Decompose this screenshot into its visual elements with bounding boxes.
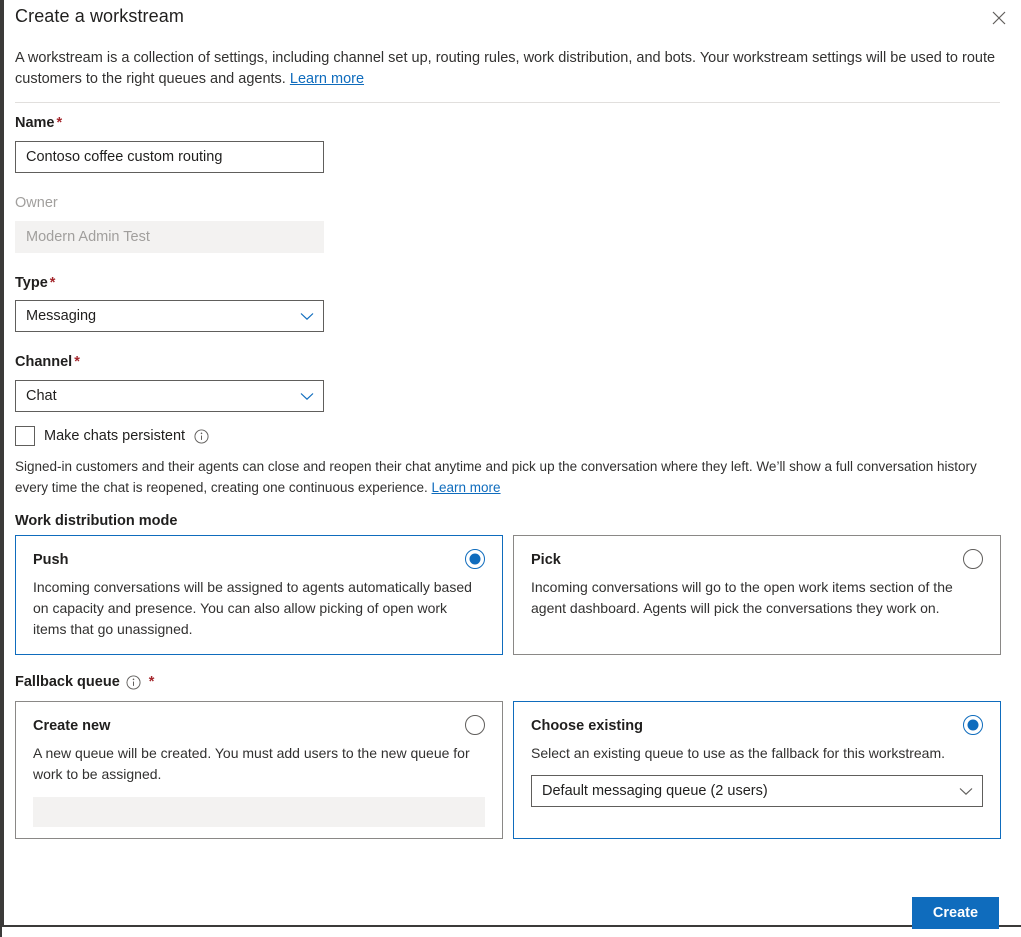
dialog-title: Create a workstream [15,6,184,27]
fallback-queue-option-choose-existing[interactable]: Choose existing Select an existing queue… [513,701,1001,839]
create-button[interactable]: Create [912,897,999,929]
chevron-down-icon [300,392,314,401]
make-chats-persistent-checkbox[interactable] [15,426,35,446]
dialog-description-text: A workstream is a collection of settings… [15,50,995,87]
close-button[interactable] [985,5,1013,31]
name-required-asterisk: * [57,115,63,131]
persistent-learn-more-link[interactable]: Learn more [432,480,501,495]
header-divider [15,102,1000,103]
make-chats-persistent-label: Make chats persistent [44,428,185,444]
fallback-queue-required-asterisk: * [149,674,155,690]
info-icon[interactable] [126,675,141,690]
create-new-radio[interactable] [465,715,485,735]
make-chats-persistent-row[interactable]: Make chats persistent [15,426,209,446]
create-new-card-title: Create new [33,716,110,736]
existing-queue-dropdown-value: Default messaging queue (2 users) [542,783,768,799]
choose-existing-card-header: Choose existing [531,716,983,736]
type-label-text: Type [15,275,48,291]
create-workstream-dialog: Create a workstream A workstream is a co… [0,0,1021,937]
chevron-down-icon [959,787,973,796]
pick-card-description: Incoming conversations will go to the op… [531,577,978,619]
intro-learn-more-link[interactable]: Learn more [290,71,364,87]
create-new-queue-name-input [33,797,485,827]
existing-queue-dropdown[interactable]: Default messaging queue (2 users) [531,775,983,807]
fallback-queue-option-create-new[interactable]: Create new A new queue will be created. … [15,701,503,839]
channel-required-asterisk: * [74,354,80,370]
create-new-card-header: Create new [33,716,485,736]
choose-existing-radio[interactable] [963,715,983,735]
pick-card-header: Pick [531,550,983,570]
make-chats-persistent-helper: Signed-in customers and their agents can… [15,456,1000,498]
dialog-description: A workstream is a collection of settings… [15,48,1000,90]
choose-existing-card-title: Choose existing [531,716,643,736]
push-radio[interactable] [465,549,485,569]
chevron-down-icon [300,312,314,321]
fallback-queue-heading: Fallback queue * [15,674,154,690]
pick-card-title: Pick [531,550,561,570]
type-dropdown[interactable]: Messaging [15,300,324,332]
type-required-asterisk: * [50,275,56,291]
owner-label: Owner [15,195,58,211]
work-distribution-option-push[interactable]: Push Incoming conversations will be assi… [15,535,503,655]
dialog-bottom-border [2,925,1021,927]
name-input[interactable]: Contoso coffee custom routing [15,141,324,173]
channel-label: Channel* [15,354,80,370]
dialog-left-border [2,0,4,926]
work-distribution-option-pick[interactable]: Pick Incoming conversations will go to t… [513,535,1001,655]
push-card-header: Push [33,550,485,570]
type-dropdown-value: Messaging [26,308,96,324]
channel-dropdown-value: Chat [26,388,57,404]
choose-existing-card-description: Select an existing queue to use as the f… [531,743,978,764]
work-distribution-heading: Work distribution mode [15,513,177,529]
type-label: Type* [15,275,55,291]
owner-input: Modern Admin Test [15,221,324,253]
name-input-value: Contoso coffee custom routing [26,149,222,165]
name-label: Name* [15,115,62,131]
pick-radio[interactable] [963,549,983,569]
channel-label-text: Channel [15,354,72,370]
fallback-queue-heading-text: Fallback queue [15,674,120,690]
name-label-text: Name [15,115,55,131]
owner-input-value: Modern Admin Test [26,229,150,245]
channel-dropdown[interactable]: Chat [15,380,324,412]
push-card-title: Push [33,550,68,570]
create-new-card-description: A new queue will be created. You must ad… [33,743,480,785]
close-icon [992,11,1006,25]
info-icon[interactable] [194,429,209,444]
push-card-description: Incoming conversations will be assigned … [33,577,480,640]
